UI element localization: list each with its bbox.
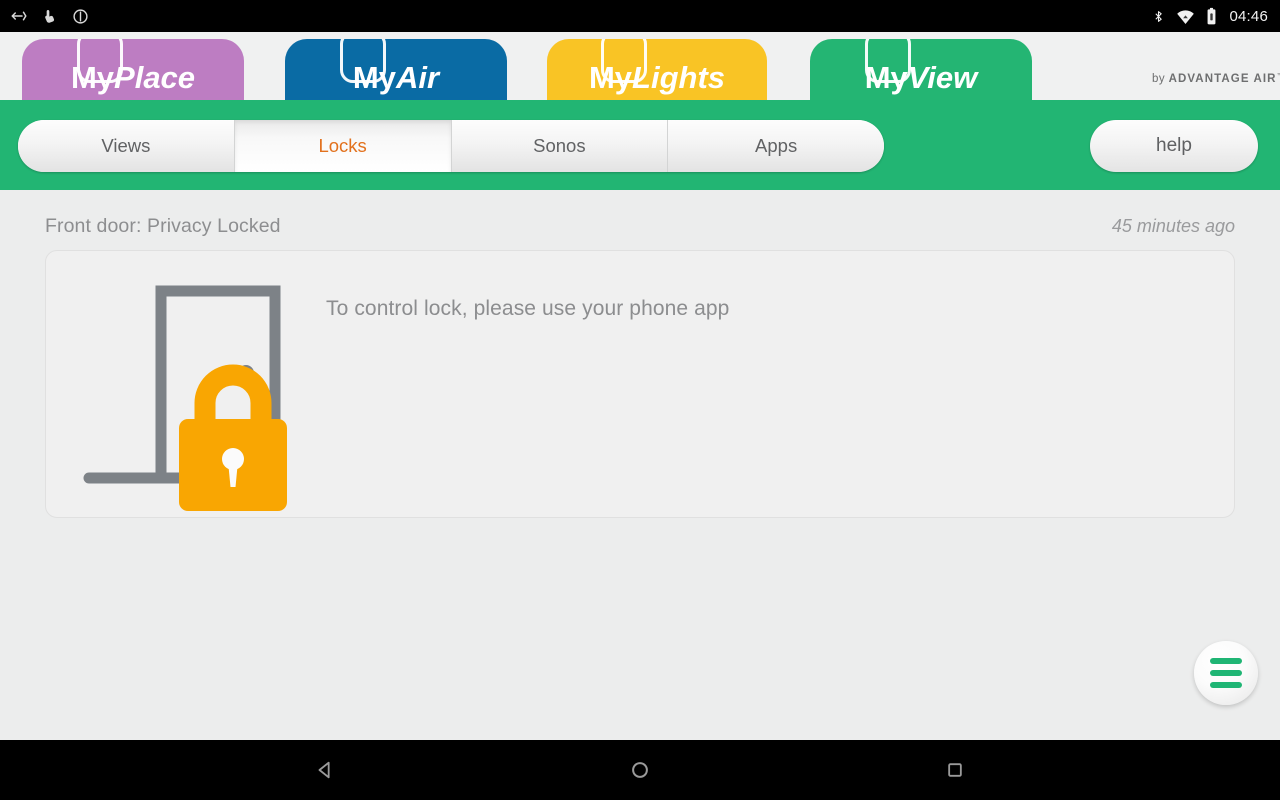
- tab-apps-label: Apps: [755, 135, 798, 156]
- bluetooth-icon: [1155, 10, 1163, 22]
- myplace-logo: MyPlace: [22, 39, 244, 100]
- brand-tab-strip: MyPlace MyAir MyLights MyView by ADVANTA…: [0, 32, 1280, 114]
- myview-logo-suffix: View: [907, 60, 978, 95]
- mylights-logo-prefix: My: [588, 60, 633, 95]
- status-bar-left-icons: [10, 7, 89, 25]
- mylights-logo: MyLights: [547, 39, 767, 100]
- back-triangle-icon: [318, 761, 330, 779]
- android-recents-button[interactable]: [925, 740, 985, 800]
- tab-apps[interactable]: Apps: [668, 120, 884, 172]
- do-not-disturb-icon: [73, 8, 88, 24]
- tab-views[interactable]: Views: [18, 120, 235, 172]
- android-navigation-bar: [0, 740, 1280, 800]
- tab-locks-label: Locks: [318, 135, 367, 156]
- brand-tab-myair[interactable]: MyAir: [285, 39, 507, 100]
- lock-status-row: Front door: Privacy Locked 45 minutes ag…: [45, 213, 1235, 239]
- hamburger-menu-icon-line: [1210, 670, 1242, 676]
- hamburger-menu-icon-line: [1210, 658, 1242, 664]
- credit-company: ADVANTAGE AIR: [1168, 73, 1277, 85]
- myplace-logo-suffix: Place: [114, 60, 196, 95]
- advantage-air-credit: by ADVANTAGE AIR™: [1152, 73, 1280, 85]
- status-bar-right-icons: 04:46: [1152, 7, 1270, 26]
- content-area: Front door: Privacy Locked 45 minutes ag…: [0, 190, 1280, 740]
- myair-logo-prefix: My: [352, 60, 396, 95]
- myplace-logo-prefix: My: [70, 60, 115, 95]
- lock-timestamp: 45 minutes ago: [1111, 215, 1235, 236]
- wifi-icon: [1177, 9, 1195, 24]
- segmented-control: Views Locks Sonos Apps: [18, 120, 884, 172]
- recents-square-icon: [948, 763, 962, 777]
- help-button[interactable]: help: [1090, 120, 1258, 172]
- app-screen: 04:46 MyPlace MyAir MyLights MyView by A…: [0, 0, 1280, 800]
- status-bar-clock: 04:46: [1229, 7, 1268, 25]
- trademark-symbol: ™: [1276, 73, 1280, 80]
- battery-icon: [1208, 7, 1216, 24]
- lock-status-label: Front door: Privacy Locked: [45, 214, 281, 237]
- tab-locks[interactable]: Locks: [234, 120, 452, 172]
- help-button-label: help: [1156, 135, 1192, 156]
- mylights-logo-suffix: Lights: [632, 60, 726, 95]
- screen-rotate-icon: [11, 11, 27, 21]
- myview-logo-prefix: My: [864, 60, 908, 95]
- lock-card: To control lock, please use your phone a…: [45, 250, 1235, 518]
- tab-sonos-label: Sonos: [533, 135, 586, 156]
- primary-nav-bar: Views Locks Sonos Apps help: [0, 100, 1280, 190]
- door-with-lock-illustration: [83, 285, 287, 511]
- credit-prefix: by: [1152, 73, 1169, 85]
- brand-tab-mylights[interactable]: MyLights: [547, 39, 767, 100]
- android-status-bar: 04:46: [0, 0, 1280, 32]
- brand-tab-myplace[interactable]: MyPlace: [22, 39, 244, 100]
- myair-logo: MyAir: [285, 39, 507, 100]
- menu-fab-button[interactable]: [1194, 641, 1258, 705]
- lock-instruction-text: To control lock, please use your phone a…: [326, 297, 730, 320]
- hamburger-menu-icon-line: [1210, 682, 1242, 688]
- myair-logo-suffix: Air: [396, 60, 440, 95]
- tab-sonos[interactable]: Sonos: [451, 120, 669, 172]
- home-circle-icon: [632, 762, 648, 778]
- tab-views-label: Views: [101, 135, 151, 156]
- android-back-button[interactable]: [295, 740, 355, 800]
- android-home-button[interactable]: [610, 740, 670, 800]
- touch-pointer-icon: [45, 10, 55, 23]
